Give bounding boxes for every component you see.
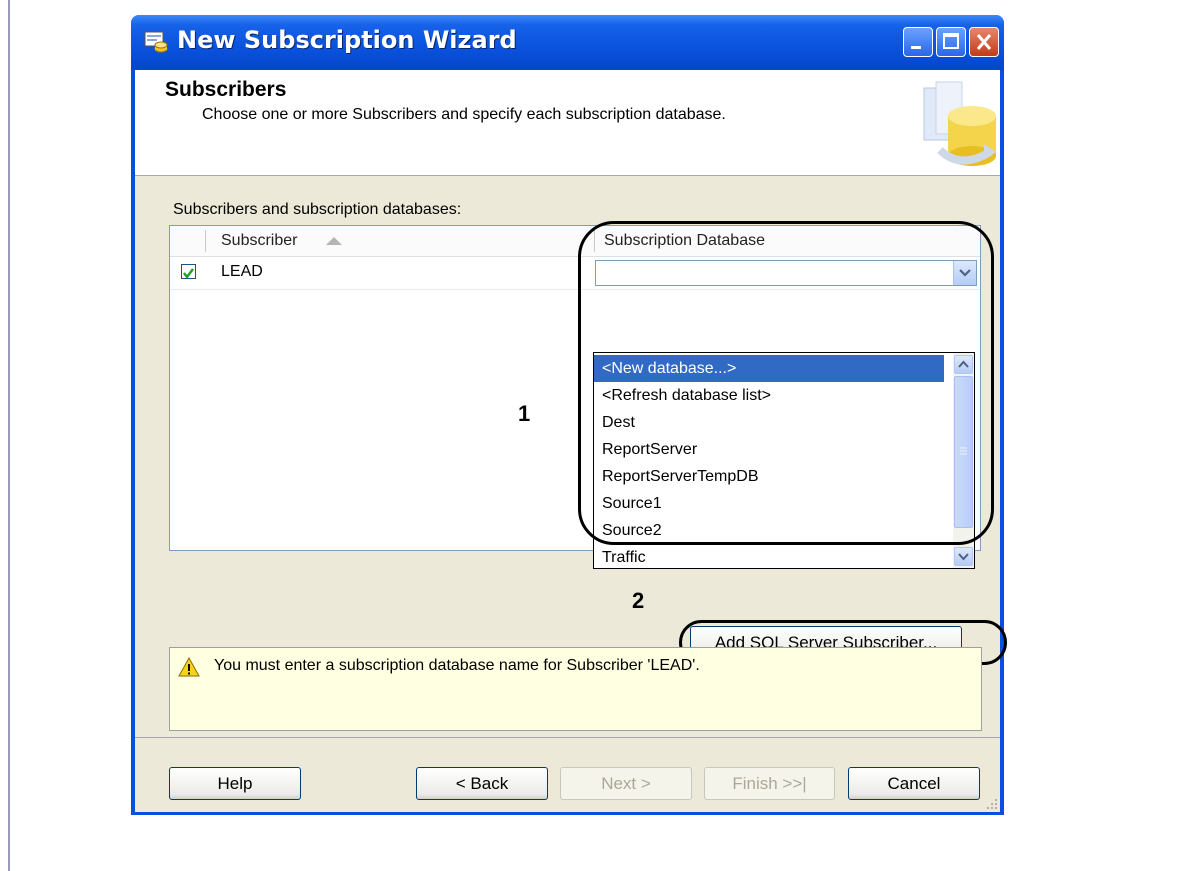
title-bar[interactable]: New Subscription Wizard bbox=[131, 15, 1004, 70]
validation-message-text: You must enter a subscription database n… bbox=[214, 657, 700, 674]
subscriber-name: LEAD bbox=[221, 263, 263, 280]
close-icon bbox=[976, 34, 992, 50]
window-title: New Subscription Wizard bbox=[177, 26, 517, 54]
maximize-button[interactable] bbox=[936, 27, 966, 57]
resize-grip-icon[interactable] bbox=[984, 796, 998, 810]
checkmark-icon bbox=[183, 268, 194, 279]
footer-divider bbox=[135, 737, 1000, 738]
column-separator bbox=[205, 230, 206, 252]
scroll-down-button[interactable] bbox=[954, 547, 973, 566]
close-button[interactable] bbox=[969, 27, 999, 57]
annotation-label-1: 1 bbox=[518, 401, 531, 426]
page-title: Subscribers bbox=[165, 78, 287, 101]
annotation-ellipse-database bbox=[578, 221, 994, 545]
minimize-button[interactable] bbox=[903, 27, 933, 57]
next-button[interactable]: Next > bbox=[560, 767, 692, 800]
database-graphic-icon bbox=[923, 81, 996, 166]
warning-icon bbox=[178, 656, 200, 677]
wizard-window: New Subscription Wizard Subscribers Choo… bbox=[131, 15, 1007, 815]
wizard-client-area: Subscribers Choose one or more Subscribe… bbox=[135, 70, 1007, 812]
column-header-subscriber[interactable]: Subscriber bbox=[221, 232, 297, 250]
annotation-label-2: 2 bbox=[632, 588, 645, 613]
dropdown-option[interactable]: Traffic bbox=[594, 544, 944, 571]
subscribers-list-label: Subscribers and subscription databases: bbox=[173, 201, 462, 218]
minimize-icon bbox=[911, 46, 921, 49]
cancel-button[interactable]: Cancel bbox=[848, 767, 980, 800]
finish-button[interactable]: Finish >>| bbox=[704, 767, 835, 800]
help-button[interactable]: Help bbox=[169, 767, 301, 800]
validation-message-box: You must enter a subscription database n… bbox=[169, 647, 982, 731]
subscriber-checkbox[interactable] bbox=[181, 264, 196, 279]
chevron-down-icon bbox=[958, 553, 969, 561]
back-button[interactable]: < Back bbox=[416, 767, 548, 800]
page-subtitle: Choose one or more Subscribers and speci… bbox=[202, 106, 726, 123]
page-left-rule bbox=[8, 0, 10, 871]
app-icon bbox=[144, 31, 168, 53]
sort-ascending-icon bbox=[326, 237, 342, 245]
wizard-header: Subscribers Choose one or more Subscribe… bbox=[135, 70, 1000, 176]
maximize-icon bbox=[943, 33, 959, 49]
